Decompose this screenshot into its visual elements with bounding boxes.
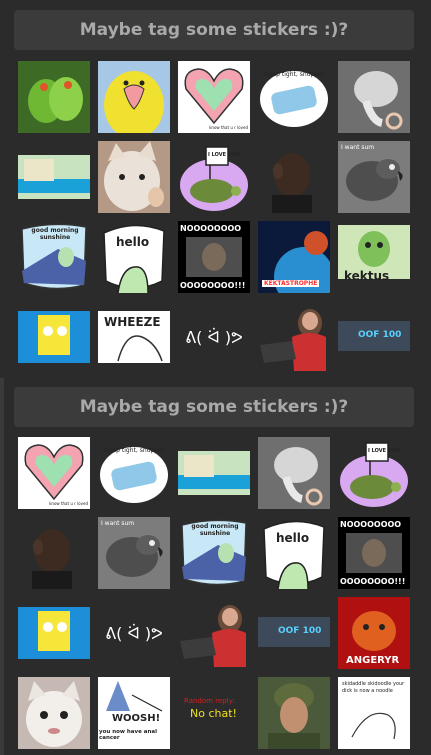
sticker-spongebob-rainbow[interactable] bbox=[18, 141, 90, 213]
sticker-hello[interactable]: hello bbox=[258, 517, 330, 589]
sticker-skidaddle[interactable]: skidaddle skidoodle your dick is now a n… bbox=[338, 677, 410, 749]
caption: ᕕ( ᐛ )ᕗ bbox=[105, 623, 163, 643]
panel-header: Maybe tag some stickers :)? bbox=[14, 10, 414, 50]
sticker-heart-know-loved[interactable]: know that u r loved bbox=[18, 437, 90, 509]
sticker-oof-100[interactable]: OOF 100 bbox=[258, 597, 330, 669]
sticker-thinking-cat[interactable] bbox=[98, 141, 170, 213]
sticker-soldier[interactable] bbox=[258, 677, 330, 749]
sticker-spongebob[interactable] bbox=[18, 301, 90, 373]
caption: hello bbox=[276, 531, 310, 545]
caption: WHEEZE bbox=[104, 315, 161, 329]
caption: NOOOOOOOO bbox=[340, 520, 402, 529]
sticker-oof-100[interactable]: OOF 100 bbox=[338, 301, 410, 373]
sticker-kektus[interactable]: kektus bbox=[338, 221, 410, 293]
caption: NOOOOOOOO bbox=[180, 224, 242, 233]
caption: sleep tight, snupper bbox=[264, 71, 325, 78]
caption: hello bbox=[116, 235, 150, 249]
caption: know that u r loved bbox=[209, 125, 248, 130]
caption: skidaddle skidoodle your dick is now a n… bbox=[342, 681, 405, 694]
sticker-hello[interactable]: hello bbox=[98, 221, 170, 293]
caption: OOF 100 bbox=[358, 330, 402, 340]
sticker-stallman-laptop[interactable] bbox=[258, 301, 330, 373]
sticker-good-morning[interactable]: good morning sunshine bbox=[178, 517, 250, 589]
caption: OOF 100 bbox=[278, 626, 322, 636]
caption: you now have anal cancer bbox=[99, 729, 157, 741]
sticker-spongebob-rainbow[interactable] bbox=[178, 437, 250, 509]
caption: good morning sunshine bbox=[191, 523, 239, 537]
caption: OOOOOOOO!!! bbox=[180, 281, 246, 290]
caption: Random reply: bbox=[184, 697, 235, 705]
sticker-angeryr[interactable]: ANGERYR bbox=[338, 597, 410, 669]
sticker-no-chat[interactable]: Random reply: No chat! bbox=[178, 677, 250, 749]
caption: kektus bbox=[344, 269, 390, 283]
sticker-woosh[interactable]: WOOSH! you now have anal cancer bbox=[98, 677, 170, 749]
caption: I want sum bbox=[101, 520, 135, 527]
sticker-ok-bird[interactable] bbox=[338, 61, 410, 133]
caption: ANGERYR bbox=[346, 655, 400, 666]
sticker-kektastrophe[interactable]: KEKTASTROPHE bbox=[258, 221, 330, 293]
sticker-thinking-man[interactable] bbox=[258, 141, 330, 213]
sticker-ok-bird[interactable] bbox=[258, 437, 330, 509]
sticker-budgie-heart[interactable] bbox=[98, 61, 170, 133]
sticker-i-want-sum[interactable]: I want sum bbox=[98, 517, 170, 589]
sticker-noooo[interactable]: NOOOOOOOO OOOOOOOO!!! bbox=[338, 517, 410, 589]
sticker-wheeze[interactable]: WHEEZE bbox=[98, 301, 170, 373]
caption: ᕕ( ᐛ )ᕗ bbox=[185, 327, 243, 347]
caption: I LOVE YOU bbox=[368, 448, 400, 454]
caption: KEKTASTROPHE bbox=[262, 280, 320, 287]
caption: I want sum bbox=[341, 144, 375, 151]
sticker-panel-1: Maybe tag some stickers :)? know that u … bbox=[0, 0, 431, 372]
sticker-sleep-tight[interactable]: sleep tight, snupper bbox=[258, 61, 330, 133]
sticker-thinking-man[interactable] bbox=[18, 517, 90, 589]
caption: sleep tight, snupper bbox=[104, 447, 165, 454]
sticker-heart-know-loved[interactable]: know that u r loved bbox=[178, 61, 250, 133]
sticker-panel-2: Maybe tag some stickers :)? know that u … bbox=[0, 378, 431, 755]
caption: WOOSH! bbox=[112, 713, 161, 724]
sticker-shrug[interactable]: ᕕ( ᐛ )ᕗ bbox=[178, 301, 250, 373]
caption: good morning sunshine bbox=[31, 227, 79, 241]
sticker-stallman-laptop[interactable] bbox=[178, 597, 250, 669]
panel-header: Maybe tag some stickers :)? bbox=[14, 387, 414, 427]
caption: No chat! bbox=[190, 707, 237, 720]
sticker-i-want-sum[interactable]: I want sum bbox=[338, 141, 410, 213]
sticker-turtle-iloveyou[interactable]: I LOVE YOU bbox=[178, 141, 250, 213]
scrollbar[interactable] bbox=[0, 378, 4, 755]
sticker-good-morning[interactable]: good morning sunshine bbox=[18, 221, 90, 293]
sticker-polite-cat[interactable] bbox=[18, 677, 90, 749]
sticker-shrug[interactable]: ᕕ( ᐛ )ᕗ bbox=[98, 597, 170, 669]
caption: OOOOOOOO!!! bbox=[340, 577, 406, 586]
sticker-sleep-tight[interactable]: sleep tight, snupper bbox=[98, 437, 170, 509]
sticker-noooo[interactable]: NOOOOOOOO OOOOOOOO!!! bbox=[178, 221, 250, 293]
sticker-turtle-iloveyou[interactable]: I LOVE YOU bbox=[338, 437, 410, 509]
sticker-spongebob[interactable] bbox=[18, 597, 90, 669]
caption: I LOVE YOU bbox=[208, 152, 240, 158]
caption: know that u r loved bbox=[49, 501, 88, 506]
sticker-lovebirds[interactable] bbox=[18, 61, 90, 133]
